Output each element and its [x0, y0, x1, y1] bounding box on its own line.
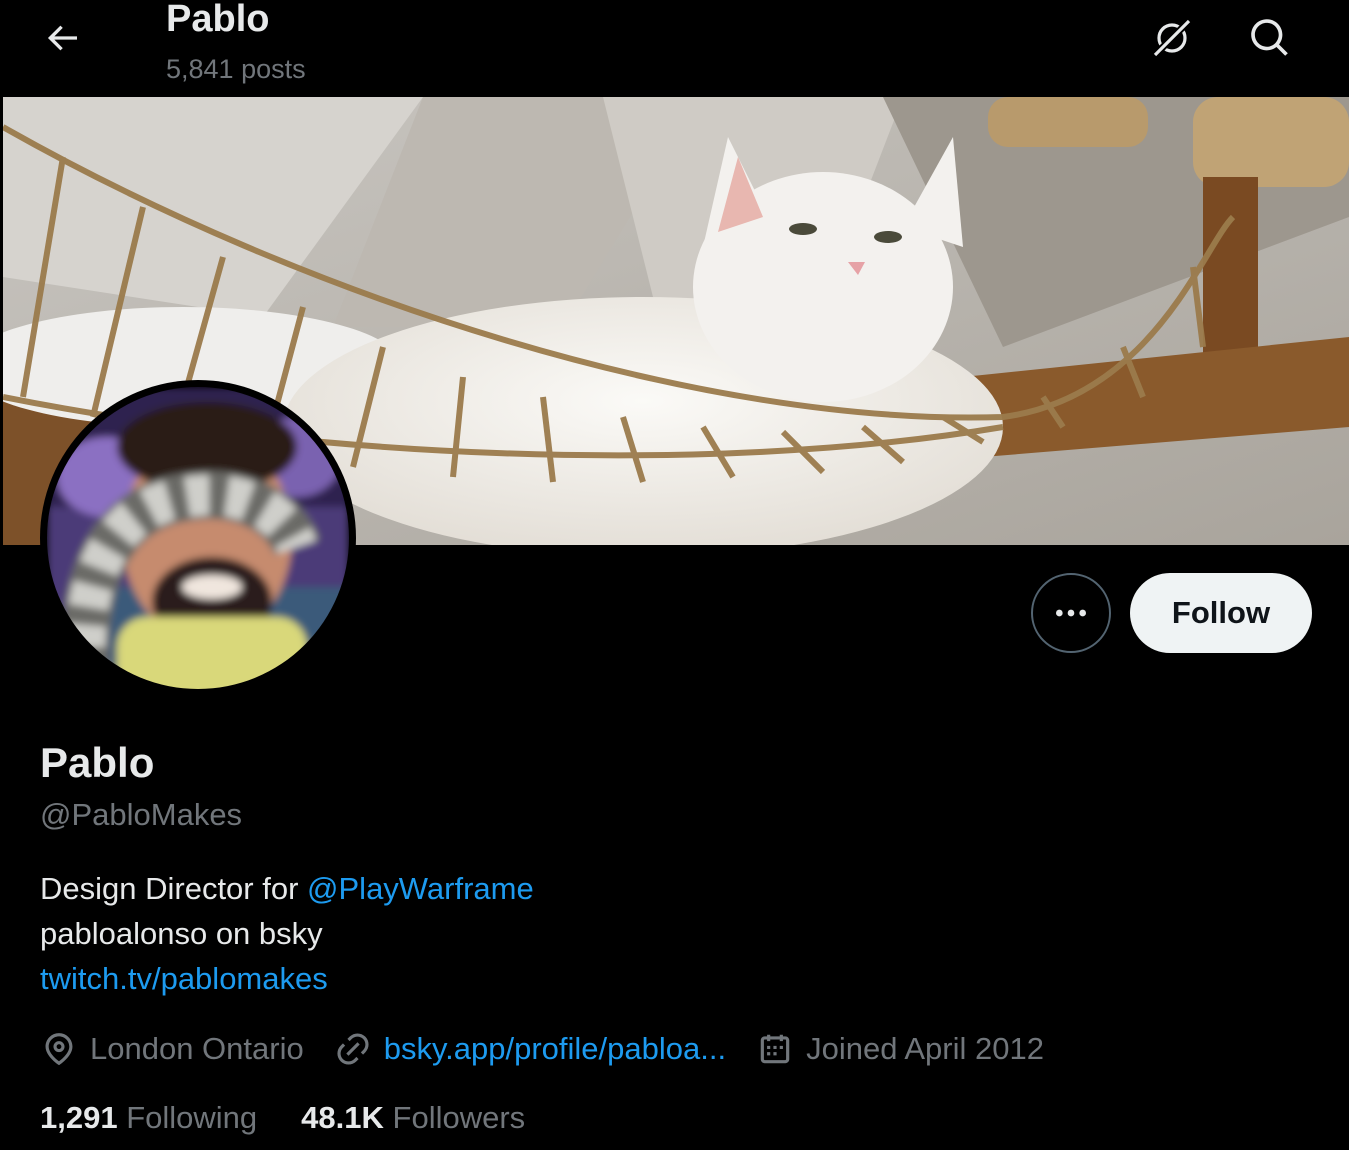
grok-icon [1152, 18, 1192, 58]
bio-twitch-link[interactable]: twitch.tv/pablomakes [40, 956, 534, 1001]
grok-button[interactable] [1148, 14, 1196, 62]
back-button[interactable] [38, 14, 86, 62]
location: London Ontario [40, 1030, 304, 1068]
website-link[interactable]: bsky.app/profile/pabloa... [384, 1031, 726, 1067]
header-title: Pablo [166, 0, 270, 40]
profile-meta: London Ontario bsky.app/profile/pabloa..… [40, 1026, 1074, 1072]
profile-header: Pablo 5,841 posts [0, 0, 1349, 97]
search-button[interactable] [1246, 14, 1294, 62]
bio-line-1: Design Director for @PlayWarframe [40, 866, 534, 911]
profile-avatar[interactable] [40, 380, 356, 696]
followers-count: 48.1K [301, 1100, 384, 1135]
more-dots-icon [1056, 609, 1086, 617]
profile-handle: @PabloMakes [40, 797, 243, 832]
search-icon [1251, 19, 1288, 56]
link-icon [337, 1033, 369, 1065]
following-count: 1,291 [40, 1100, 118, 1135]
followers-link[interactable]: 48.1K Followers [301, 1098, 525, 1138]
location-text: London Ontario [90, 1031, 304, 1066]
profile-bio: Design Director for @PlayWarframe pabloa… [40, 866, 534, 1001]
join-date-text: Joined April 2012 [806, 1031, 1044, 1066]
bio-mention-link[interactable]: @PlayWarframe [307, 871, 534, 906]
more-options-button[interactable] [1031, 573, 1111, 653]
join-date: Joined April 2012 [756, 1030, 1044, 1068]
location-pin-icon [45, 1033, 73, 1066]
website: bsky.app/profile/pabloa... [334, 1030, 726, 1068]
header-post-count: 5,841 posts [166, 54, 306, 84]
bio-text: Design Director for [40, 871, 308, 906]
following-label: Following [126, 1100, 258, 1135]
follow-button[interactable]: Follow [1130, 573, 1312, 653]
follow-counts: 1,291 Following 48.1K Followers [40, 1098, 569, 1138]
arrow-left-icon [47, 25, 77, 51]
bio-line-2: pabloalonso on bsky [40, 916, 323, 951]
followers-label: Followers [392, 1100, 526, 1135]
calendar-icon [760, 1034, 790, 1064]
following-link[interactable]: 1,291 Following [40, 1098, 257, 1138]
profile-display-name: Pablo [40, 739, 155, 786]
avatar-image [47, 387, 349, 689]
